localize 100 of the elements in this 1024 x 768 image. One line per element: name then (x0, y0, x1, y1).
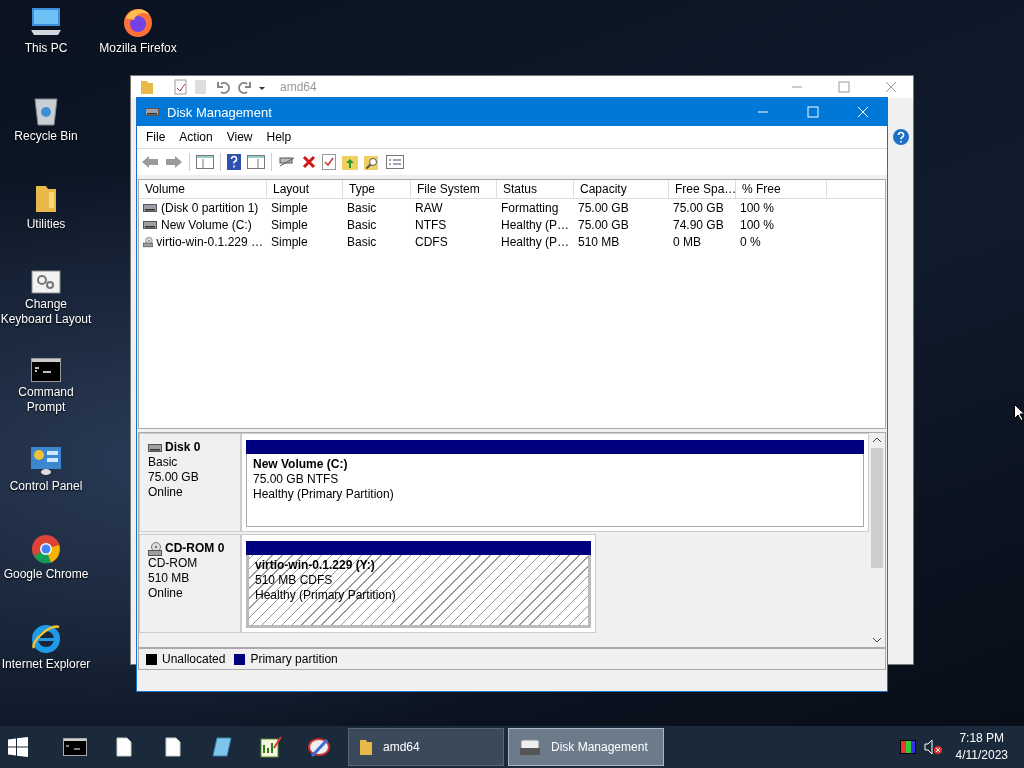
desktop-icon-label[interactable]: Internet Explorer (1, 657, 91, 672)
drive-icon (148, 443, 162, 452)
desktop-icon-label[interactable]: Recycle Bin (14, 129, 78, 144)
desktop-icon-label[interactable]: Mozilla Firefox (99, 41, 177, 56)
forward-icon[interactable] (165, 155, 183, 169)
desktop-icon-label[interactable]: This PC (24, 41, 68, 56)
console-icon (31, 358, 61, 382)
menu-item[interactable]: File (139, 128, 173, 146)
clock-time: 7:18 PM (959, 730, 1005, 747)
table-cell-text: 0 % (739, 233, 762, 250)
table-cell-text: 75.00 GB (672, 199, 725, 216)
table-cell-text: Simple (270, 216, 309, 233)
settings-icon (31, 270, 61, 294)
browser-icon (30, 622, 62, 654)
disk-name: Disk 0 (165, 440, 201, 455)
taskbar-button[interactable]: amd64 (348, 728, 504, 766)
desktop-icon-label[interactable]: Google Chrome (3, 567, 89, 582)
column-header[interactable]: Layout (267, 180, 343, 199)
volume-icon[interactable] (923, 739, 942, 755)
computer-icon (29, 6, 63, 38)
drive-icon (519, 738, 541, 756)
close-icon[interactable] (885, 81, 897, 93)
table-cell-text: 74.90 GB (672, 216, 725, 233)
disk-status: Online (148, 485, 184, 500)
drive-icon (143, 220, 157, 229)
chart-icon[interactable] (259, 736, 282, 758)
cd-drive-icon (143, 234, 154, 249)
search-icon[interactable] (364, 154, 380, 170)
window-title: amd64 (280, 80, 317, 94)
column-header[interactable]: File System (411, 180, 497, 199)
desktop-icon-label[interactable]: Control Panel (9, 479, 83, 494)
legend-label: Primary partition (250, 652, 338, 666)
scroll-down-icon[interactable] (872, 636, 882, 644)
desktop-icon-label[interactable]: Command Prompt (0, 385, 92, 415)
table-cell-text: CDFS (414, 233, 449, 250)
column-header[interactable]: Volume (139, 180, 267, 199)
table-cell-text: Simple (270, 199, 309, 216)
column-header[interactable]: Status (497, 180, 574, 199)
taskbar-button[interactable]: Disk Management (508, 728, 664, 766)
table-cell-text: 510 MB (577, 233, 621, 250)
menu-item[interactable]: View (219, 128, 260, 146)
disk-size: 75.00 GB (148, 470, 200, 485)
table-cell-text: Basic (346, 199, 378, 216)
column-header[interactable]: % Free (736, 180, 827, 199)
document-icon[interactable] (115, 737, 132, 757)
partition-info: 510 MB CDFS (255, 573, 334, 588)
disk-info-panel[interactable]: Disk 0 Basic 75.00 GB Online (139, 433, 241, 532)
help-icon[interactable] (893, 129, 909, 145)
table-cell: New Volume (C:) (139, 216, 267, 233)
panel-icon[interactable] (196, 155, 214, 169)
partition-status: Healthy (Primary Partition) (255, 588, 397, 603)
cd-drive-icon (148, 541, 162, 556)
notepad-icon[interactable] (210, 736, 233, 758)
console-icon[interactable] (62, 738, 87, 756)
properties-icon[interactable] (386, 155, 404, 169)
back-icon[interactable] (141, 155, 159, 169)
panel-icon[interactable] (247, 155, 265, 169)
cursor-icon (1014, 404, 1024, 421)
disk-status: Online (148, 586, 184, 601)
table-cell-text: Basic (346, 233, 378, 250)
help-icon[interactable] (227, 154, 241, 170)
quick-access-toolbar-icon[interactable] (139, 79, 265, 95)
desktop-icon-label[interactable]: Utilities (26, 217, 66, 232)
desktop-icon-label[interactable]: Change Keyboard Layout (0, 297, 92, 327)
firefox-icon (122, 6, 154, 38)
table-cell-text: Healthy (P… (500, 216, 571, 233)
table-cell-text: RAW (414, 199, 444, 216)
partition-status: Healthy (Primary Partition) (253, 487, 395, 502)
tool-icon[interactable] (306, 736, 333, 758)
drive-icon (143, 203, 157, 212)
column-header[interactable]: Free Spa… (669, 180, 736, 199)
folder-up-icon[interactable] (342, 154, 358, 170)
scroll-up-icon[interactable] (872, 436, 882, 444)
table-cell-text: Healthy (P… (500, 233, 571, 250)
column-header[interactable]: Type (343, 180, 411, 199)
disk-size: 510 MB (148, 571, 191, 586)
control-panel-icon (30, 446, 62, 476)
column-header[interactable]: Capacity (574, 180, 669, 199)
table-cell-text: 75.00 GB (577, 216, 630, 233)
table-cell: virtio-win-0.1.229 … (139, 233, 267, 250)
disk-type: Basic (148, 455, 179, 470)
menu-item[interactable]: Action (172, 128, 220, 146)
table-cell-text: Simple (270, 233, 309, 250)
menu-item[interactable]: Help (259, 128, 299, 146)
window-title: Disk Management (167, 104, 272, 120)
table-cell-text: Basic (346, 216, 378, 233)
clock[interactable]: 7:18 PM 4/11/2023 (955, 730, 1008, 764)
disk-name: CD-ROM 0 (165, 541, 225, 556)
document-icon[interactable] (164, 737, 181, 757)
start-icon[interactable] (8, 737, 28, 757)
display-icon[interactable] (899, 740, 916, 754)
delete-icon[interactable] (302, 155, 316, 169)
disk-info-panel[interactable]: CD-ROM 0 CD-ROM 510 MB Online (139, 534, 241, 633)
partition-name: New Volume (C:) (253, 457, 349, 472)
connect-icon[interactable] (278, 155, 296, 169)
checklist-icon[interactable] (322, 154, 336, 170)
disk-type: CD-ROM (148, 556, 199, 571)
drive-icon (145, 108, 159, 116)
scrollbar[interactable] (869, 433, 885, 647)
partition-info: 75.00 GB NTFS (253, 472, 340, 487)
